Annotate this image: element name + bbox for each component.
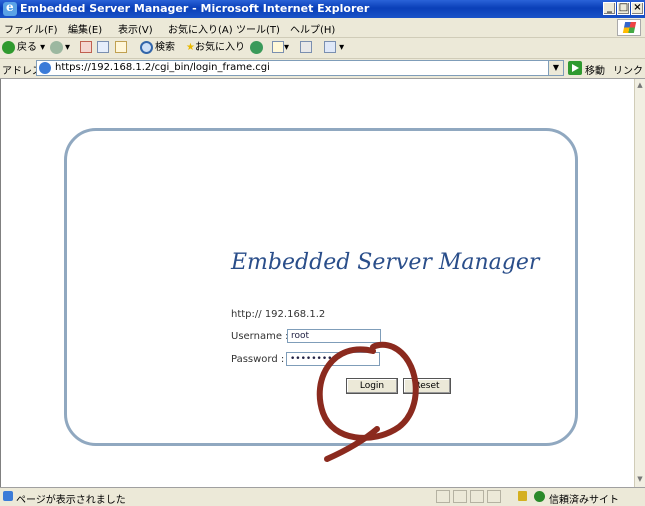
address-bar: アドレス(D) https://192.168.1.2/cgi_bin/logi… xyxy=(0,59,645,79)
word-icon xyxy=(324,41,336,53)
favorites-button[interactable]: ★お気に入り xyxy=(186,40,245,56)
address-url[interactable]: https://192.168.1.2/cgi_bin/login_frame.… xyxy=(55,62,270,73)
status-pane xyxy=(436,490,450,503)
page-content: Embedded Server Manager http:// 192.168.… xyxy=(0,79,634,487)
security-zone: 信頼済みサイト xyxy=(549,495,619,506)
home-button[interactable] xyxy=(115,40,127,56)
refresh-icon xyxy=(97,41,109,53)
toolbar: 戻る ▾ ▾ 検索 ★お気に入り ▾ ▾ xyxy=(0,38,645,59)
username-label: Username : xyxy=(231,331,289,342)
forward-button[interactable]: ▾ xyxy=(50,40,70,56)
trusted-zone-icon xyxy=(534,491,545,502)
menu-bar: ファイル(F) 編集(E) 表示(V) お気に入り(A) ツール(T) ヘルプ(… xyxy=(0,18,645,38)
server-address: http:// 192.168.1.2 xyxy=(231,309,326,320)
favorites-icon: ★ xyxy=(186,42,195,53)
back-icon xyxy=(2,40,15,54)
ie-icon xyxy=(3,0,17,16)
windows-logo-icon xyxy=(617,19,641,36)
status-text: ページが表示されました xyxy=(16,495,126,506)
menu-view[interactable]: 表示(V) xyxy=(118,21,153,36)
links-button[interactable]: リンク » xyxy=(613,62,645,77)
menu-help[interactable]: ヘルプ(H) xyxy=(290,21,335,36)
stop-button[interactable] xyxy=(80,40,92,56)
login-button[interactable]: Login xyxy=(346,378,398,394)
go-button[interactable]: 移動 xyxy=(585,62,605,77)
reset-button[interactable]: Reset xyxy=(403,378,451,394)
mail-icon xyxy=(272,41,284,53)
menu-favorites[interactable]: お気に入り(A) xyxy=(168,21,233,36)
mail-button[interactable]: ▾ xyxy=(272,40,289,56)
page-status-icon xyxy=(3,491,13,501)
menu-tools[interactable]: ツール(T) xyxy=(236,21,280,36)
window-title-bar[interactable]: Embedded Server Manager - Microsoft Inte… xyxy=(0,0,645,18)
search-icon xyxy=(140,40,153,54)
close-button[interactable]: × xyxy=(631,2,644,15)
status-pane xyxy=(453,490,467,503)
print-icon xyxy=(300,41,312,53)
lock-icon[interactable] xyxy=(518,491,527,501)
home-icon xyxy=(115,41,127,53)
forward-icon xyxy=(50,40,63,54)
minimize-button[interactable]: _ xyxy=(603,2,616,15)
word-button[interactable]: ▾ xyxy=(324,40,344,56)
login-panel xyxy=(64,128,578,446)
window-title: Embedded Server Manager - Microsoft Inte… xyxy=(20,2,370,15)
password-input[interactable]: •••••••• xyxy=(286,352,380,366)
status-pane xyxy=(487,490,501,503)
back-button[interactable]: 戻る ▾ xyxy=(2,40,45,56)
username-input[interactable]: root xyxy=(287,329,381,343)
status-bar: ページが表示されました 信頼済みサイト xyxy=(0,487,645,506)
history-button[interactable] xyxy=(250,40,265,56)
page-icon xyxy=(39,62,51,74)
stop-icon xyxy=(80,41,92,53)
menu-edit[interactable]: 編集(E) xyxy=(68,21,102,36)
address-dropdown-icon[interactable]: ▼ xyxy=(548,61,563,75)
status-pane xyxy=(470,490,484,503)
search-button[interactable]: 検索 xyxy=(140,40,175,56)
print-button[interactable] xyxy=(300,40,312,56)
password-label: Password : xyxy=(231,354,285,365)
refresh-button[interactable] xyxy=(97,40,109,56)
product-title: Embedded Server Manager xyxy=(231,250,540,275)
history-icon xyxy=(250,40,263,54)
menu-file[interactable]: ファイル(F) xyxy=(4,21,58,36)
scroll-up-icon[interactable]: ▲ xyxy=(635,81,645,91)
go-icon[interactable] xyxy=(568,61,582,75)
address-input[interactable]: https://192.168.1.2/cgi_bin/login_frame.… xyxy=(36,60,564,76)
maximize-button[interactable]: □ xyxy=(617,2,630,15)
scroll-down-icon[interactable]: ▼ xyxy=(635,475,645,485)
vertical-scrollbar[interactable]: ▲ ▼ xyxy=(634,79,645,487)
